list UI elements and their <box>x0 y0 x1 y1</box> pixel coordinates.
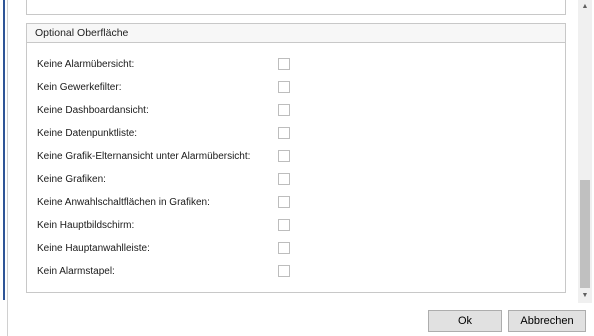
option-checkbox[interactable] <box>278 219 290 231</box>
option-checkbox[interactable] <box>278 196 290 208</box>
option-checkbox[interactable] <box>278 127 290 139</box>
ok-button[interactable]: Ok <box>428 310 502 332</box>
option-label: Keine Grafiken: <box>37 174 106 185</box>
group-title: Optional Oberfläche <box>27 24 565 43</box>
option-label: Kein Gewerkefilter: <box>37 82 122 93</box>
option-row: Kein Alarmstapel: <box>37 264 557 280</box>
option-label: Keine Alarmübersicht: <box>37 59 135 70</box>
option-checkbox[interactable] <box>278 81 290 93</box>
option-checkbox[interactable] <box>278 150 290 162</box>
option-row: Keine Grafik-Elternansicht unter Alarmüb… <box>37 149 557 165</box>
left-accent-bar <box>3 0 5 300</box>
scroll-down-arrow-icon[interactable]: ▼ <box>578 289 592 303</box>
option-label: Kein Alarmstapel: <box>37 266 115 277</box>
vertical-scrollbar[interactable]: ▲ ▼ <box>578 0 592 303</box>
option-checkbox[interactable] <box>278 58 290 70</box>
previous-group-box <box>26 0 566 15</box>
option-checkbox[interactable] <box>278 104 290 116</box>
scroll-thumb[interactable] <box>580 180 590 288</box>
option-label: Keine Anwahlschaltflächen in Grafiken: <box>37 197 210 208</box>
option-label: Keine Datenpunktliste: <box>37 128 138 139</box>
option-row: Keine Anwahlschaltflächen in Grafiken: <box>37 195 557 211</box>
option-label: Keine Hauptanwahlleiste: <box>37 243 150 254</box>
option-row: Keine Dashboardansicht: <box>37 103 557 119</box>
option-row: Kein Gewerkefilter: <box>37 80 557 96</box>
option-row: Keine Alarmübersicht: <box>37 57 557 73</box>
left-window-edge <box>0 0 8 336</box>
option-label: Keine Dashboardansicht: <box>37 105 149 116</box>
option-label: Keine Grafik-Elternansicht unter Alarmüb… <box>37 151 251 162</box>
option-row: Keine Datenpunktliste: <box>37 126 557 142</box>
scroll-up-arrow-icon[interactable]: ▲ <box>578 0 592 14</box>
option-checkbox[interactable] <box>278 265 290 277</box>
option-label: Kein Hauptbildschirm: <box>37 220 135 231</box>
option-row: Kein Hauptbildschirm: <box>37 218 557 234</box>
option-checkbox[interactable] <box>278 242 290 254</box>
option-checkbox[interactable] <box>278 173 290 185</box>
option-row: Keine Grafiken: <box>37 172 557 188</box>
cancel-button[interactable]: Abbrechen <box>508 310 586 332</box>
option-row: Keine Hauptanwahlleiste: <box>37 241 557 257</box>
optional-surface-group: Optional Oberfläche Keine Alarmübersicht… <box>26 23 566 293</box>
